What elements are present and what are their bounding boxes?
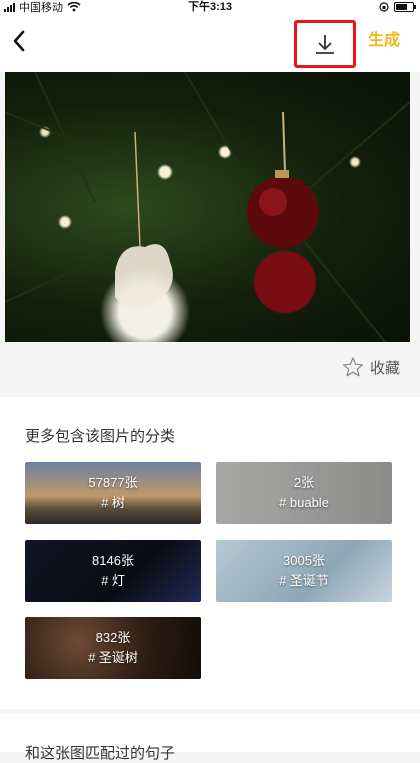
matched-sentences-title: 和这张图匹配过的句子 (25, 745, 176, 762)
category-tag: # 灯 (101, 573, 125, 588)
download-icon (316, 35, 334, 54)
category-tag: # buable (279, 495, 329, 510)
category-count: 57877张 (88, 475, 138, 490)
christmas-tree-photo (5, 72, 410, 342)
category-card-tree[interactable]: 57877张 # 树 (25, 462, 201, 524)
nav-bar: 生成 (0, 14, 420, 72)
collect-button[interactable]: 收藏 (342, 356, 400, 378)
generate-button[interactable]: 生成 (368, 30, 400, 52)
category-card-light[interactable]: 8146张 # 灯 (25, 540, 201, 602)
download-button[interactable] (294, 20, 356, 68)
orientation-lock-icon (379, 2, 389, 12)
status-right (379, 0, 416, 14)
battery-icon (394, 2, 416, 12)
status-time: 下午3:13 (187, 1, 233, 13)
category-section-title: 更多包含该图片的分类 (25, 428, 176, 445)
matched-sentences-section: 和这张图匹配过的句子 (0, 714, 420, 762)
category-tag: # 树 (101, 495, 125, 510)
category-count: 832张 (95, 630, 131, 645)
collect-bar: 收藏 (0, 342, 420, 394)
category-card-buable[interactable]: 2张 # buable (216, 462, 392, 524)
back-button[interactable] (6, 28, 32, 54)
category-count: 8146张 (92, 553, 134, 568)
category-card-christmas-tree[interactable]: 832张 # 圣诞树 (25, 617, 201, 679)
category-section: 更多包含该图片的分类 57877张 # 树 2张 # buable 8146张 … (0, 397, 420, 709)
status-bar: 中国移动 下午3:13 (0, 0, 420, 14)
category-tag: # 圣诞树 (88, 650, 138, 665)
collect-label: 收藏 (369, 359, 400, 377)
category-count: 3005张 (283, 553, 325, 568)
category-tag: # 圣诞节 (279, 573, 329, 588)
chevron-left-icon (13, 30, 25, 52)
category-card-christmas[interactable]: 3005张 # 圣诞节 (216, 540, 392, 602)
category-count: 2张 (293, 475, 315, 490)
hero-image (5, 72, 410, 342)
star-outline-icon (342, 357, 364, 377)
